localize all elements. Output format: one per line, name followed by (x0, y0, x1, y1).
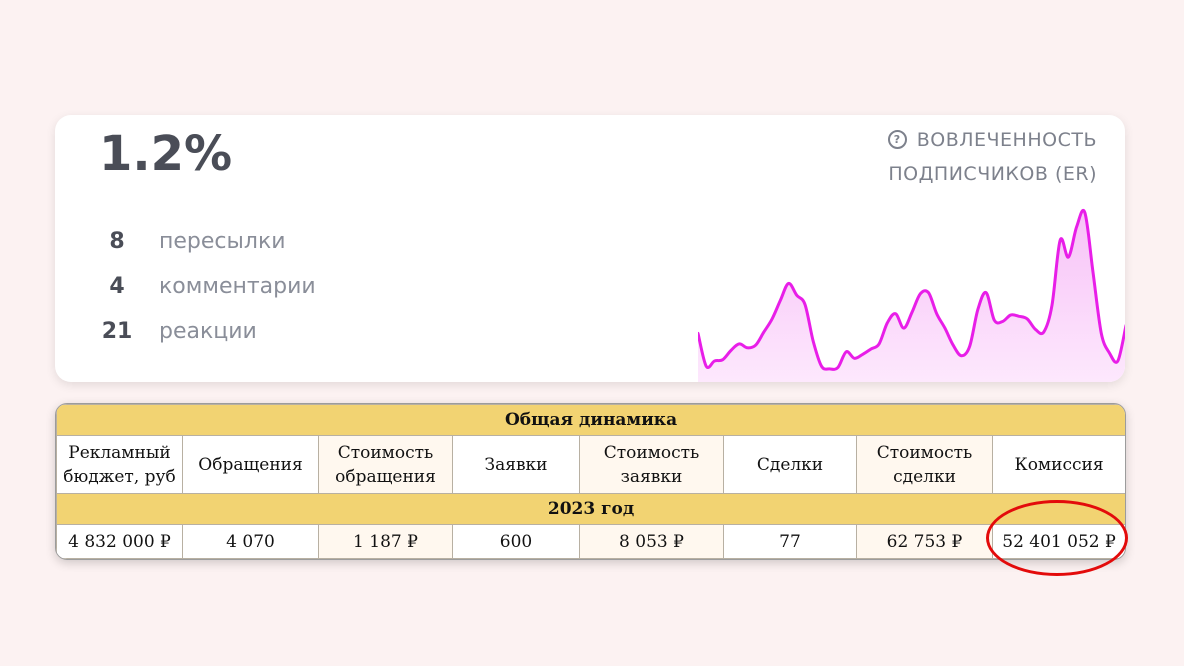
commission-value: 52 401 052 ₽ (991, 524, 1125, 559)
table-title-row: Общая динамика (56, 404, 1125, 436)
column-header-line: Стоимость (603, 442, 700, 463)
column-header-line: Рекламный (68, 442, 171, 463)
metric-comments: 4 комментарии (99, 264, 316, 309)
column-header-line: Комиссия (1014, 454, 1104, 475)
metric-label: комментарии (159, 274, 316, 299)
table-cell: 77 (723, 524, 857, 559)
column-header: Стоимость обращения (318, 435, 453, 494)
column-header-line: заявки (620, 466, 683, 487)
table-cell: 1 187 ₽ (318, 524, 453, 559)
column-header: Рекламный бюджет, руб (56, 435, 183, 494)
column-header-line: Стоимость (876, 442, 973, 463)
metric-shares: 8 пересылки (99, 219, 316, 264)
column-header: Заявки (452, 435, 580, 494)
table-year-row: 2023 год (56, 493, 1125, 525)
engagement-card: 1.2% ? ВОВЛЕЧЕННОСТЬ ПОДПИСЧИКОВ (ER) 8 п… (55, 115, 1125, 382)
column-header-line: Обращения (198, 454, 303, 475)
engagement-title-text-1: ВОВЛЕЧЕННОСТЬ (916, 129, 1097, 151)
column-header-line: обращения (335, 466, 436, 487)
year-label: 2023 год (56, 493, 1125, 525)
column-header-line: Сделки (756, 454, 824, 475)
table-cell: 62 753 ₽ (856, 524, 993, 559)
engagement-sparkline (698, 208, 1125, 382)
column-header: Стоимость заявки (579, 435, 724, 494)
column-header-line: Стоимость (337, 442, 434, 463)
column-header-line: Заявки (484, 454, 548, 475)
table-cell: 4 832 000 ₽ (56, 524, 183, 559)
metric-label: пересылки (159, 229, 286, 254)
metric-label: реакции (159, 319, 257, 344)
column-header-line: бюджет, руб (63, 466, 176, 487)
table-cell: 4 070 (182, 524, 319, 559)
dynamics-table-container: Общая динамика Рекламный бюджет, руб Обращ… (55, 403, 1126, 560)
table-cell: 8 053 ₽ (579, 524, 724, 559)
metric-count: 4 (109, 274, 125, 299)
table-row: 4 832 000 ₽4 070 1 187 ₽600 8 053 ₽77 62 75… (56, 524, 1125, 559)
column-header: Сделки (723, 435, 857, 494)
column-header-line: сделки (893, 466, 956, 487)
table-cell: 600 (452, 524, 580, 559)
metric-count: 8 (109, 229, 125, 254)
table-title: Общая динамика (56, 404, 1125, 436)
engagement-rate-value: 1.2% (99, 126, 233, 182)
metric-count: 21 (101, 319, 133, 344)
metric-reactions: 21 реакции (99, 309, 316, 354)
engagement-title-line1: ? ВОВЛЕЧЕННОСТЬ (887, 123, 1097, 157)
dynamics-table: Общая динамика Рекламный бюджет, руб Обращ… (56, 404, 1125, 559)
help-icon[interactable]: ? (887, 130, 907, 149)
column-header: Комиссия (991, 435, 1125, 494)
column-header: Обращения (182, 435, 319, 494)
engagement-title: ? ВОВЛЕЧЕННОСТЬ ПОДПИСЧИКОВ (ER) (887, 123, 1097, 191)
engagement-metrics: 8 пересылки 4 комментарии 21 реакции (99, 219, 316, 354)
sparkline-area (698, 210, 1125, 382)
engagement-title-line2: ПОДПИСЧИКОВ (ER) (888, 163, 1097, 185)
column-header: Стоимость сделки (856, 435, 993, 494)
table-header-row: Рекламный бюджет, руб Обращения Стоимость об… (56, 435, 1125, 494)
